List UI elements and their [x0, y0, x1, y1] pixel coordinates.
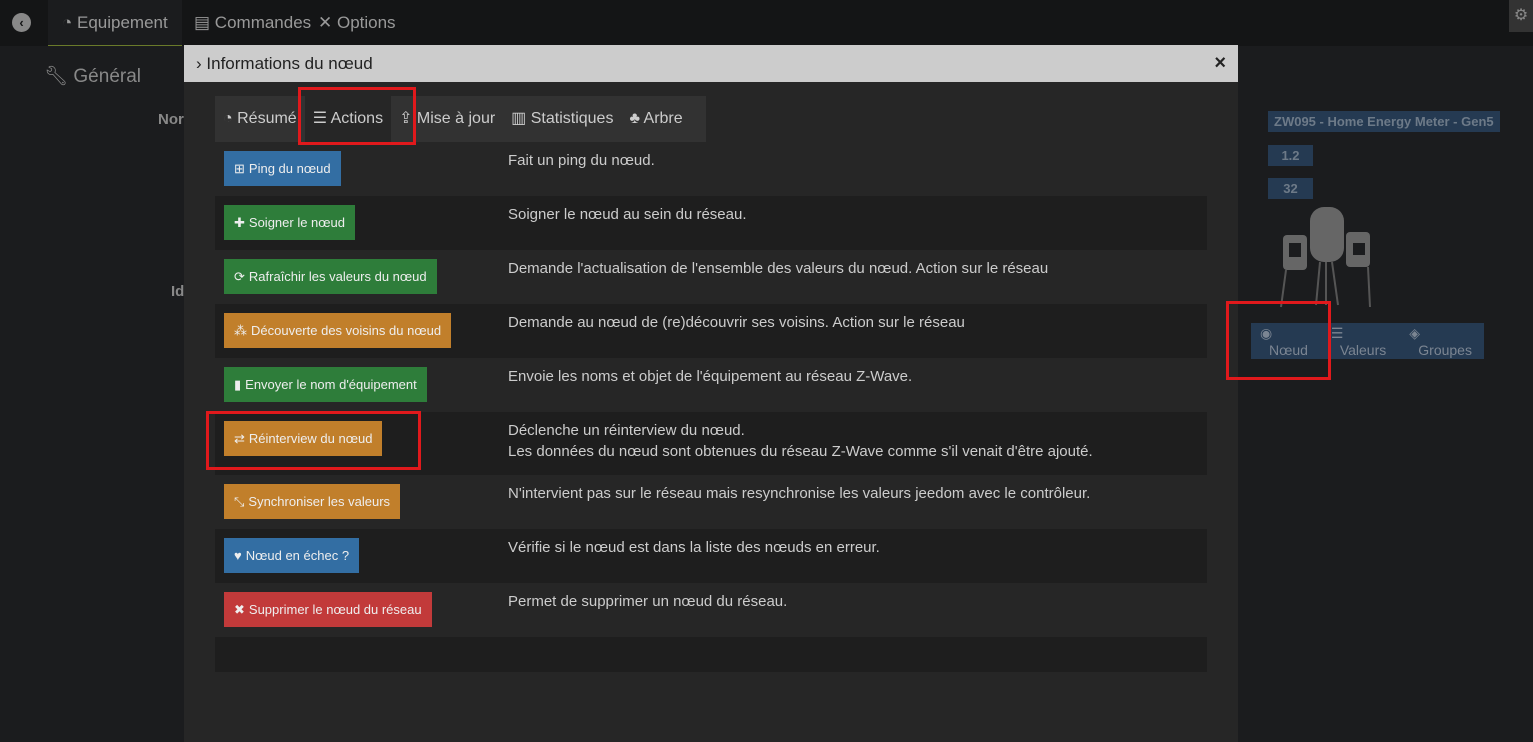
- action-button[interactable]: ▮ Envoyer le nom d'équipement: [224, 367, 427, 402]
- node-info-modal: › Informations du nœud × ◔ Résumé ☰ Acti…: [184, 45, 1238, 742]
- modal-tabs: ◔ Résumé ☰ Actions ⇪ Mise à jour ▥ Stati…: [215, 96, 706, 142]
- wrench-icon: 🔧︎: [44, 66, 69, 87]
- tab-label: Commandes: [214, 13, 312, 32]
- action-label: Synchroniser les valeurs: [248, 494, 391, 509]
- gear-icon[interactable]: ⚙: [1509, 0, 1533, 32]
- tab-label: Résumé: [237, 110, 297, 127]
- chevron-right-icon: ›: [196, 54, 202, 73]
- action-row: ⤡ Synchroniser les valeurs N'intervient pa…: [215, 475, 1207, 529]
- tab-arbre[interactable]: ♣ Arbre: [621, 96, 690, 142]
- action-icon: ⊞: [234, 161, 245, 176]
- action-description: Fait un ping du nœud.: [508, 150, 655, 171]
- tab-label: Groupes: [1418, 341, 1472, 358]
- action-description: Soigner le nœud au sein du réseau.: [508, 204, 746, 225]
- action-description: Permet de supprimer un nœud du réseau.: [508, 591, 787, 612]
- back-icon[interactable]: ‹: [12, 13, 31, 32]
- action-row: ▮ Envoyer le nom d'équipement Envoie les n…: [215, 358, 1207, 412]
- action-icon: ♥: [234, 548, 242, 563]
- action-label: Rafraîchir les valeurs du nœud: [248, 269, 427, 284]
- tab-label: Options: [336, 13, 396, 32]
- action-button[interactable]: ♥ Nœud en échec ?: [224, 538, 360, 573]
- action-description: Vérifie si le nœud est dans la liste des…: [508, 537, 880, 558]
- action-description: Déclenche un réinterview du nœud. Les don…: [508, 420, 1093, 462]
- tab-resume[interactable]: ◔ Résumé: [215, 96, 305, 142]
- device-image: [1280, 207, 1371, 308]
- tab-groupes[interactable]: ◈ Groupes: [1409, 325, 1484, 358]
- description-line: Envoie les noms et objet de l'équipement…: [508, 368, 913, 385]
- action-button[interactable]: ⤡ Synchroniser les valeurs: [224, 484, 401, 519]
- action-row: ♥ Nœud en échec ? Vérifie si le nœud est d…: [215, 529, 1207, 583]
- top-bar: ‹ ◔ Equipement ▤ Commandes ✕ Options ⚙: [0, 0, 1533, 46]
- tab-options[interactable]: ✕ Options: [304, 0, 410, 46]
- action-row: ⊞ Ping du nœud Fait un ping du nœud.: [215, 142, 1207, 196]
- tab-equipement[interactable]: ◔ Equipement: [48, 0, 182, 46]
- action-description: N'intervient pas sur le réseau mais resy…: [508, 483, 1090, 504]
- action-icon: ✖: [234, 602, 245, 617]
- name-label: Nor: [158, 111, 184, 128]
- actions-table: ⊞ Ping du nœud Fait un ping du nœud. ✚ Soign…: [215, 142, 1207, 672]
- table-footer-row: [215, 637, 1207, 672]
- action-button[interactable]: ✚ Soigner le nœud: [224, 205, 356, 240]
- highlight-actions-tab: [298, 87, 416, 145]
- action-description: Envoie les noms et objet de l'équipement…: [508, 366, 912, 387]
- section-title: Général: [73, 66, 142, 87]
- tab-label: Equipement: [77, 13, 168, 32]
- action-button[interactable]: ⁂ Découverte des voisins du nœud: [224, 313, 452, 348]
- section-general: 🔧︎ Général: [44, 64, 141, 88]
- description-line: Déclenche un réinterview du nœud.: [508, 422, 745, 439]
- action-row: ⁂ Découverte des voisins du nœud Demande a…: [215, 304, 1207, 358]
- tab-label: Mise à jour: [416, 110, 496, 127]
- description-line: Fait un ping du nœud.: [508, 152, 655, 169]
- close-button[interactable]: ×: [1214, 45, 1226, 82]
- action-label: Soigner le nœud: [248, 215, 346, 230]
- model-badge: ZW095 - Home Energy Meter - Gen5: [1268, 111, 1500, 132]
- action-label: Supprimer le nœud du réseau: [248, 602, 422, 617]
- action-icon: ⤡: [234, 494, 245, 509]
- version-badge: 1.2: [1268, 145, 1313, 166]
- tab-statistiques[interactable]: ▥ Statistiques: [503, 96, 621, 142]
- tab-label: Arbre: [643, 110, 683, 127]
- id-label: Id: [171, 283, 185, 300]
- action-button[interactable]: ⊞ Ping du nœud: [224, 151, 341, 186]
- highlight-reinterview: [206, 411, 421, 470]
- description-line: Permet de supprimer un nœud du réseau.: [508, 593, 788, 610]
- action-icon: ⁂: [234, 323, 247, 338]
- action-label: Envoyer le nom d'équipement: [245, 377, 417, 392]
- action-button[interactable]: ✖ Supprimer le nœud du réseau: [224, 592, 432, 627]
- action-row: ✚ Soigner le nœud Soigner le nœud au sein …: [215, 196, 1207, 250]
- action-label: Découverte des voisins du nœud: [251, 323, 442, 338]
- action-label: Ping du nœud: [248, 161, 331, 176]
- tab-valeurs[interactable]: ☰ Valeurs: [1331, 325, 1400, 358]
- action-row: ⟳ Rafraîchir les valeurs du nœud Demande l…: [215, 250, 1207, 304]
- description-line: Les données du nœud sont obtenues du rés…: [508, 443, 1093, 460]
- description-line: Demande au nœud de (re)découvrir ses voi…: [508, 314, 965, 331]
- action-label: Nœud en échec ?: [245, 548, 350, 563]
- action-description: Demande au nœud de (re)découvrir ses voi…: [508, 312, 965, 333]
- modal-title: Informations du nœud: [206, 54, 373, 73]
- action-icon: ▮: [234, 377, 242, 392]
- description-line: Demande l'actualisation de l'ensemble de…: [508, 260, 1049, 277]
- action-button[interactable]: ⟳ Rafraîchir les valeurs du nœud: [224, 259, 437, 294]
- action-description: Demande l'actualisation de l'ensemble de…: [508, 258, 1048, 279]
- action-icon: ⟳: [234, 269, 245, 284]
- tab-label: Valeurs: [1339, 341, 1387, 358]
- highlight-noeud-tab: [1226, 301, 1331, 380]
- node-id-badge: 32: [1268, 178, 1313, 199]
- tab-label: Statistiques: [530, 110, 614, 127]
- description-line: Soigner le nœud au sein du réseau.: [508, 206, 747, 223]
- action-row: ✖ Supprimer le nœud du réseau Permet de su…: [215, 583, 1207, 637]
- modal-header: › Informations du nœud ×: [184, 45, 1238, 82]
- description-line: Vérifie si le nœud est dans la liste des…: [508, 539, 880, 556]
- description-line: N'intervient pas sur le réseau mais resy…: [508, 485, 1091, 502]
- action-icon: ✚: [234, 215, 245, 230]
